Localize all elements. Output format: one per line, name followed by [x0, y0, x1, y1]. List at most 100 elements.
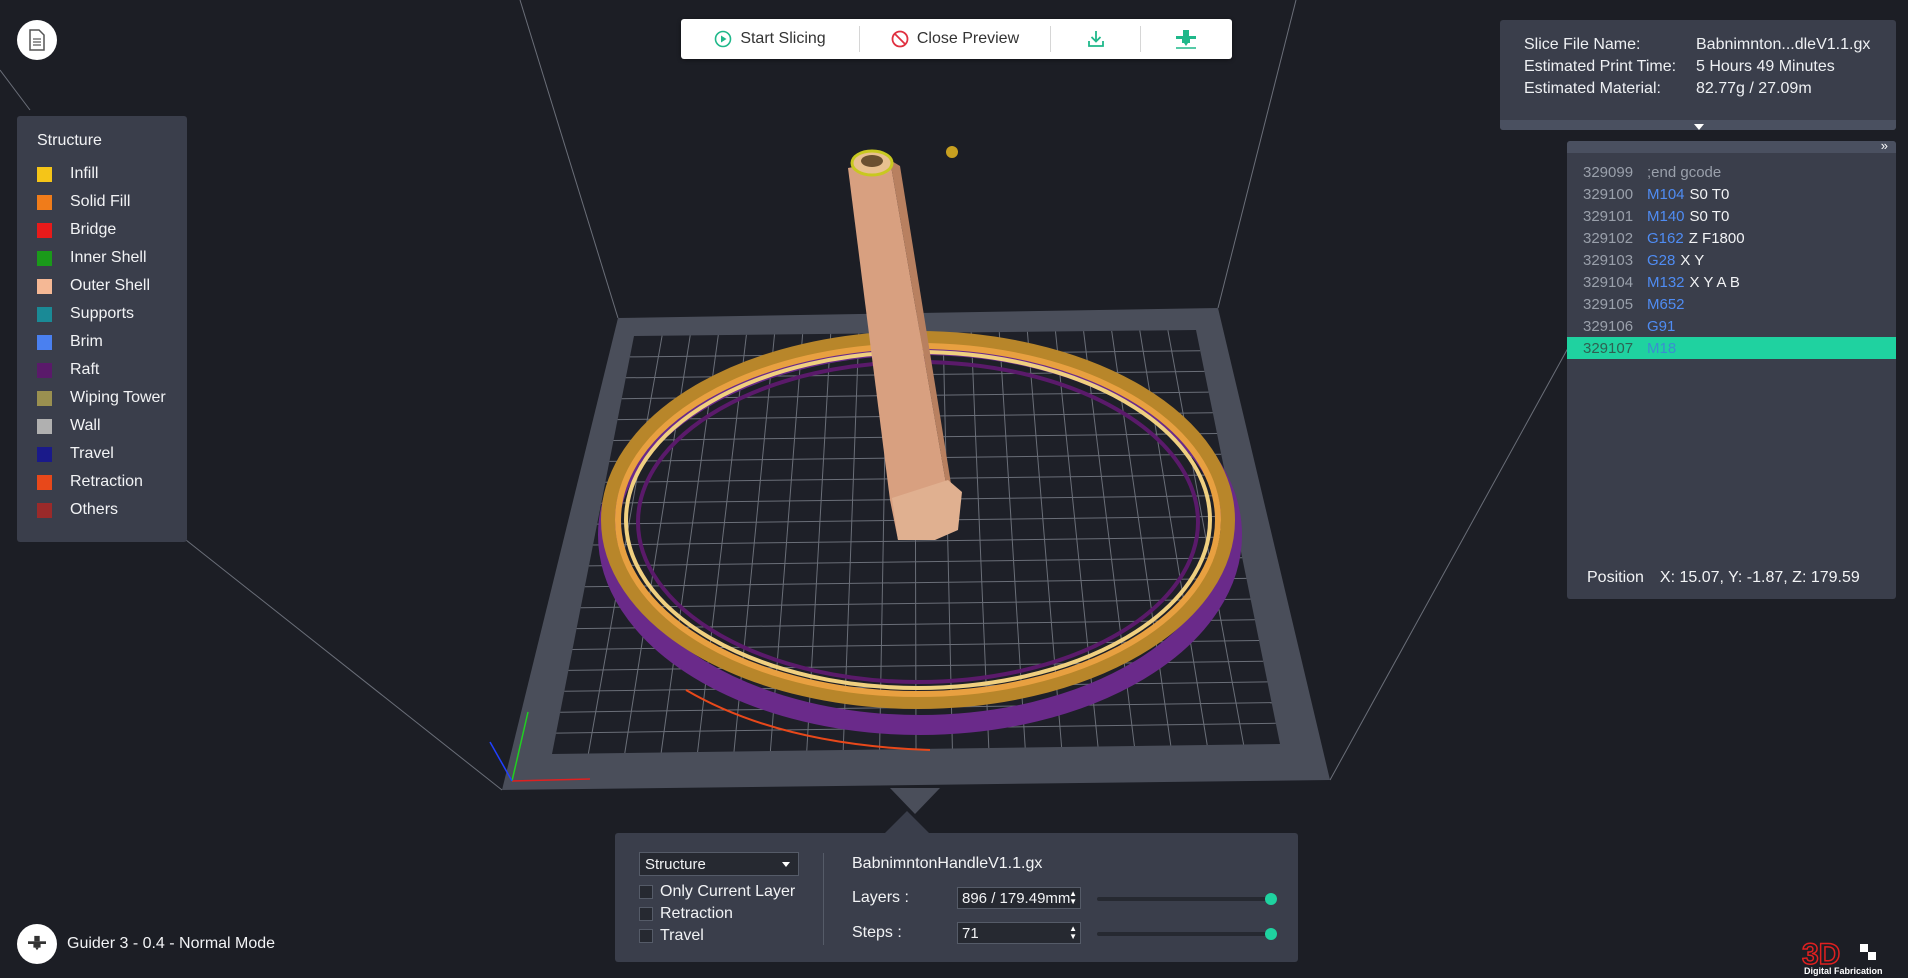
legend-label: Brim — [70, 333, 103, 350]
gcode-line-number: 329107 — [1583, 339, 1634, 357]
layers-spinbox[interactable]: 896 / 179.49mm ▲ ▼ — [957, 887, 1081, 909]
gcode-line[interactable]: 329104 M132 X Y A B — [1567, 271, 1896, 293]
print-time-row: Estimated Print Time: 5 Hours 49 Minutes — [1524, 58, 1896, 80]
gcode-line-number: 329104 — [1583, 273, 1634, 291]
checkbox-box[interactable] — [639, 929, 653, 943]
steps-value: 71 — [962, 924, 979, 942]
legend-label: Wall — [70, 417, 101, 434]
gcode-command: M132 — [1647, 273, 1685, 291]
legend-item: Supports — [37, 300, 187, 328]
close-preview-button[interactable]: Close Preview — [860, 19, 1050, 59]
gcode-command: M104 — [1647, 185, 1685, 203]
legend-swatch — [37, 222, 52, 238]
gcode-command: M652 — [1647, 295, 1685, 313]
printer-nozzle-icon — [28, 935, 46, 951]
legend-title: Structure — [37, 132, 102, 149]
gcode-lines[interactable]: 329099 ;end gcode 329100 M104 S0 T0 329101 M14… — [1567, 153, 1896, 359]
gcode-arguments: S0 T0 — [1689, 207, 1730, 225]
gcode-line[interactable]: 329107 M18 — [1567, 337, 1896, 359]
legend-label: Outer Shell — [70, 277, 151, 294]
legend-swatch — [37, 278, 52, 294]
printer-status[interactable]: Guider 3 - 0.4 - Normal Mode — [17, 924, 275, 964]
download-button[interactable] — [1051, 19, 1140, 59]
legend-swatch — [37, 194, 52, 210]
legend-label: Travel — [70, 445, 114, 462]
tower-top-hole — [861, 155, 883, 167]
legend-item: Travel — [37, 440, 187, 468]
info-collapse-bar[interactable] — [1500, 120, 1896, 130]
printer-icon[interactable] — [17, 924, 57, 964]
legend-item: Brim — [37, 328, 187, 356]
layers-slider[interactable] — [1097, 893, 1277, 905]
spin-arrows-icon[interactable]: ▲ ▼ — [1069, 890, 1077, 906]
file-list-button[interactable] — [17, 20, 57, 60]
legend-item: Infill — [37, 160, 187, 188]
preview-toolbar: Start Slicing Close Preview — [681, 19, 1232, 59]
legend-label: Infill — [70, 165, 99, 182]
gcode-command: ;end gcode — [1647, 163, 1722, 181]
gcode-line[interactable]: 329106 G91 — [1567, 315, 1896, 337]
legend-label: Raft — [70, 361, 100, 378]
gcode-line-number: 329105 — [1583, 295, 1634, 313]
legend-item: Retraction — [37, 468, 187, 496]
position-value: X: 15.07, Y: -1.87, Z: 179.59 — [1659, 569, 1860, 586]
document-icon — [29, 29, 45, 51]
checkbox-box[interactable] — [639, 885, 653, 899]
gcode-line[interactable]: 329100 M104 S0 T0 — [1567, 183, 1896, 205]
legend-label: Wiping Tower — [70, 389, 166, 406]
legend-swatch — [37, 334, 52, 350]
steps-slider[interactable] — [1097, 928, 1277, 940]
gcode-command: G162 — [1647, 229, 1684, 247]
view-mode-value: Structure — [645, 855, 706, 873]
logo-tagline: Digital Fabrication — [1804, 966, 1883, 976]
legend-swatch — [37, 250, 52, 266]
gcode-command: M18 — [1647, 339, 1677, 357]
steps-spinbox[interactable]: 71 ▲ ▼ — [957, 922, 1081, 944]
print-time-label: Estimated Print Time: — [1524, 58, 1677, 75]
gcode-command: G28 — [1647, 251, 1676, 269]
spin-arrows-icon[interactable]: ▲ ▼ — [1069, 925, 1077, 941]
legend-label: Others — [70, 501, 119, 518]
legend-swatch — [37, 390, 52, 406]
position-readout: Position X: 15.07, Y: -1.87, Z: 179.59 — [1587, 569, 1860, 587]
legend-swatch — [37, 474, 52, 490]
gcode-line[interactable]: 329105 M652 — [1567, 293, 1896, 315]
view-mode-select[interactable]: Structure — [639, 852, 799, 876]
gcode-arguments: X Y A B — [1689, 273, 1740, 291]
gcode-line[interactable]: 329102 G162 Z F1800 — [1567, 227, 1896, 249]
send-to-printer-button[interactable] — [1141, 19, 1231, 59]
gcode-arguments: X Y — [1680, 251, 1705, 269]
legend-label: Bridge — [70, 221, 117, 238]
legend-item: Raft — [37, 356, 187, 384]
gcode-line-number: 329099 — [1583, 163, 1634, 181]
collapse-chevrons-icon[interactable]: » — [1881, 138, 1888, 153]
download-icon — [1087, 31, 1104, 47]
gcode-line-number: 329101 — [1583, 207, 1634, 225]
only-current-layer-checkbox[interactable]: Only Current Layer — [639, 883, 795, 901]
checkbox-box[interactable] — [639, 907, 653, 921]
legend-item: Inner Shell — [37, 244, 187, 272]
gcode-line-number: 329106 — [1583, 317, 1634, 335]
legend-item: Solid Fill — [37, 188, 187, 216]
material-value: 82.77g / 27.09m — [1696, 80, 1812, 97]
legend-swatch — [37, 306, 52, 322]
gcode-command: G91 — [1647, 317, 1676, 335]
gcode-line[interactable]: 329103 G28 X Y — [1567, 249, 1896, 271]
slice-info-panel: Slice File Name: Babnimnton...dleV1.1.gx… — [1500, 20, 1896, 130]
gcode-line-number: 329103 — [1583, 251, 1634, 269]
gcode-arguments: Z F1800 — [1688, 229, 1745, 247]
panel-pointer — [885, 811, 929, 833]
material-label: Estimated Material: — [1524, 80, 1661, 97]
printer-status-label: Guider 3 - 0.4 - Normal Mode — [67, 935, 276, 952]
steps-slider-handle[interactable] — [1265, 928, 1277, 940]
legend-item: Wiping Tower — [37, 384, 187, 412]
flashforge-3d-logo: 3D Digital Fabrication — [1802, 937, 1883, 976]
retraction-checkbox[interactable]: Retraction — [639, 905, 733, 923]
gcode-line[interactable]: 329101 M140 S0 T0 — [1567, 205, 1896, 227]
gcode-line[interactable]: 329099 ;end gcode — [1567, 161, 1896, 183]
start-slicing-button[interactable]: Start Slicing — [681, 19, 859, 59]
travel-checkbox[interactable]: Travel — [639, 927, 704, 945]
slice-file-name-value: Babnimnton...dleV1.1.gx — [1696, 36, 1871, 53]
layers-slider-handle[interactable] — [1265, 893, 1277, 905]
position-label: Position — [1587, 569, 1644, 586]
